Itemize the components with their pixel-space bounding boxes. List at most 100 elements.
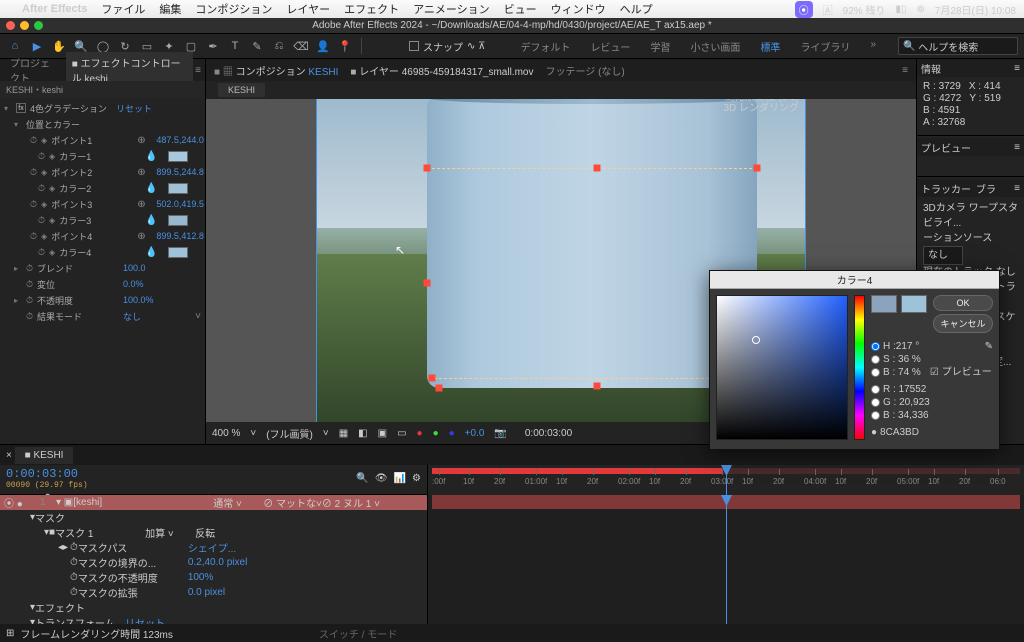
prop-blend[interactable]: ブレンド xyxy=(37,262,119,275)
time-ruler[interactable]: :00f10f20f01:00f10f20f02:00f10f20f03:00f… xyxy=(428,465,1024,495)
prop-カラー1[interactable]: ⏱◈カラー1💧 xyxy=(0,148,205,164)
workspace-small[interactable]: 小さい画面 xyxy=(680,35,750,58)
type-tool[interactable]: T xyxy=(226,37,244,55)
toggle-switches-icon[interactable]: ⊞ xyxy=(6,628,14,639)
tl-shy-icon[interactable]: 👁 xyxy=(375,473,388,484)
work-area-bar[interactable] xyxy=(432,468,722,474)
prop-カラー2[interactable]: ⏱◈カラー2💧 xyxy=(0,180,205,196)
layer-row[interactable]: ▾マスク xyxy=(0,510,427,525)
mask-vertex[interactable] xyxy=(754,164,761,171)
playhead[interactable] xyxy=(726,465,727,495)
tab-tracker[interactable]: トラッカー xyxy=(921,181,971,196)
app-name[interactable]: After Effects xyxy=(22,3,87,15)
tab-preview[interactable]: プレビュー xyxy=(921,140,971,155)
timeline-eye-icon[interactable]: × xyxy=(6,450,12,461)
mask-toggle-icon[interactable]: ◧ xyxy=(358,428,367,439)
layer-row[interactable]: ⏱マスクの不透明度100% xyxy=(0,570,427,585)
puppet-tool[interactable]: 📍 xyxy=(336,37,354,55)
prop-ポイント1[interactable]: ⏱◈ポイント1⊕ 487.5,244.0 xyxy=(0,132,205,148)
radio-h[interactable] xyxy=(871,342,880,351)
mask-vertex[interactable] xyxy=(429,374,436,381)
tl-switch-icon[interactable]: ⚙ xyxy=(412,473,421,484)
timeline-tab[interactable]: ■ KESHI xyxy=(15,447,74,464)
menu-composition[interactable]: コンポジション xyxy=(195,1,272,17)
prop-ポイント4[interactable]: ⏱◈ポイント4⊕ 899.5,412.8 xyxy=(0,228,205,244)
mask-vertex[interactable] xyxy=(436,384,443,391)
tl-graph-icon[interactable]: 📊 xyxy=(394,473,406,484)
clock[interactable]: 7月28日(日) 10:08 xyxy=(935,2,1016,17)
timecode-display[interactable]: 0:00:03:00 xyxy=(525,428,572,439)
viewer-comp-name[interactable]: KESHI xyxy=(218,83,265,97)
btn-3d-camera[interactable]: 3Dカメラ xyxy=(923,203,966,214)
tab-layer[interactable]: ■ レイヤー 46985-459184317_small.mov xyxy=(350,63,533,78)
prop-blendmode[interactable]: 結果モード xyxy=(37,310,119,323)
menu-layer[interactable]: レイヤー xyxy=(286,1,330,17)
transparency-icon[interactable]: ▣ xyxy=(378,428,387,439)
workspace-learn[interactable]: 学習 xyxy=(640,35,680,58)
pen-tool[interactable]: ✒ xyxy=(204,37,222,55)
snapshot-icon[interactable]: 📷 xyxy=(494,428,506,439)
layer-row[interactable]: ⏱マスクの拡張0.0 pixel xyxy=(0,585,427,600)
radio-bv[interactable] xyxy=(871,411,880,420)
exposure-value[interactable]: +0.0 xyxy=(465,428,485,439)
cancel-button[interactable]: キャンセル xyxy=(933,314,993,333)
workspace-default[interactable]: デフォルト xyxy=(510,35,580,58)
tab-footage[interactable]: フッテージ (なし) xyxy=(545,63,624,78)
prop-ポイント2[interactable]: ⏱◈ポイント2⊕ 899.5,244.8 xyxy=(0,164,205,180)
prop-カラー3[interactable]: ⏱◈カラー3💧 xyxy=(0,212,205,228)
motion-source-dropdown[interactable]: なし xyxy=(923,246,963,265)
hex-value[interactable]: 8CA3BD xyxy=(880,427,919,438)
panel-menu-icon[interactable]: ≡ xyxy=(195,65,201,76)
menu-animation[interactable]: アニメーション xyxy=(413,1,490,17)
menu-view[interactable]: ビュー xyxy=(504,1,537,17)
radio-g[interactable] xyxy=(871,398,880,407)
clone-tool[interactable]: ⎌ xyxy=(270,37,288,55)
resolution-dropdown[interactable]: (フル画質) xyxy=(266,426,313,441)
tab-info[interactable]: 情報 xyxy=(921,61,941,76)
brush-tool[interactable]: ✎ xyxy=(248,37,266,55)
prop-カラー4[interactable]: ⏱◈カラー4💧 xyxy=(0,244,205,260)
workspace-standard[interactable]: 標準 xyxy=(750,35,790,58)
menu-help[interactable]: ヘルプ xyxy=(620,1,653,17)
layer-row[interactable]: ▾トランスフォームリセット xyxy=(0,615,427,624)
layer-row[interactable]: ▾エフェクト xyxy=(0,600,427,615)
help-search[interactable]: 🔍 ヘルプを検索 xyxy=(898,37,1018,55)
hue-slider[interactable] xyxy=(854,295,865,440)
workspace-overflow[interactable]: » xyxy=(860,35,886,58)
prop-ポイント3[interactable]: ⏱◈ポイント3⊕ 502.0,419.5 xyxy=(0,196,205,212)
workspace-library[interactable]: ライブラリ xyxy=(790,35,860,58)
prop-jitter[interactable]: 変位 xyxy=(37,278,119,291)
panel-menu-icon[interactable]: ≡ xyxy=(902,65,908,76)
color-field[interactable] xyxy=(716,295,848,440)
channel-icon[interactable]: ● xyxy=(417,428,423,439)
menu-file[interactable]: ファイル xyxy=(101,1,145,17)
menu-edit[interactable]: 編集 xyxy=(159,1,181,17)
tab-brushes[interactable]: ブラ xyxy=(976,181,996,196)
workspace-review[interactable]: レビュー xyxy=(580,35,640,58)
tl-search-icon[interactable]: 🔍 xyxy=(356,473,368,484)
tab-comp[interactable]: ■ ▦ コンポジション KESHI xyxy=(214,63,338,78)
layer-row[interactable]: ▾■マスク 1加算 ˅反転 xyxy=(0,525,427,540)
menu-window[interactable]: ウィンドウ xyxy=(551,1,606,17)
battery-status[interactable]: 92% 残り xyxy=(843,2,886,17)
mask-vertex[interactable] xyxy=(594,382,601,389)
menu-effect[interactable]: エフェクト xyxy=(344,1,399,17)
group-position-color[interactable]: 位置とカラー xyxy=(26,118,108,131)
region-icon[interactable]: ▭ xyxy=(397,428,406,439)
eraser-tool[interactable]: ⌫ xyxy=(292,37,310,55)
radio-s[interactable] xyxy=(871,355,880,364)
mask-vertex[interactable] xyxy=(594,164,601,171)
traffic-lights[interactable] xyxy=(6,21,43,30)
grid-icon[interactable]: ▦ xyxy=(339,428,348,439)
mask-vertex[interactable] xyxy=(424,164,431,171)
layer-row[interactable]: ⦿ ●1▾ ▣[keshi]通常 ˅⊘ マットな˅⊘ 2 ヌル 1 ˅ xyxy=(0,495,427,510)
current-timecode[interactable]: 0:00:03:00 xyxy=(6,467,88,481)
mask-vertex[interactable] xyxy=(424,279,431,286)
radio-r[interactable] xyxy=(871,385,880,394)
zoom-dropdown[interactable]: 400 % xyxy=(212,428,240,439)
wifi-icon[interactable]: ⊚ xyxy=(916,4,924,15)
roto-tool[interactable]: 👤 xyxy=(314,37,332,55)
prop-opacity[interactable]: 不透明度 xyxy=(37,294,119,307)
timeline-tracks[interactable] xyxy=(428,495,1024,624)
ok-button[interactable]: OK xyxy=(933,295,993,311)
